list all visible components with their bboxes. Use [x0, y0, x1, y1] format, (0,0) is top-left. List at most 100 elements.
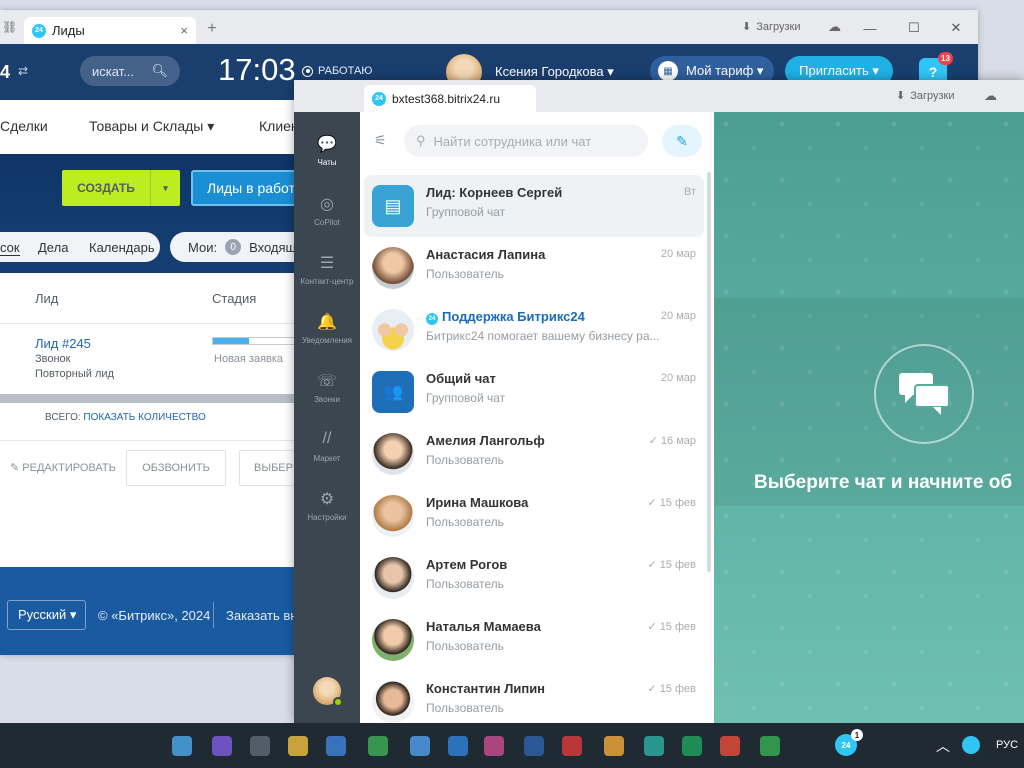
cloud-icon[interactable]: ☁ [828, 19, 841, 35]
filter-preset[interactable]: Лиды в работе [191, 170, 311, 206]
browser-tab-messenger[interactable]: 24 bxtest368.bitrix24.ru [364, 85, 536, 112]
logo[interactable]: 4 [0, 62, 10, 83]
sidebar-label: CoPilot [314, 218, 340, 227]
language-select[interactable]: Русский ▾ [7, 600, 86, 630]
chevron-up-icon[interactable]: ︿ [936, 736, 950, 756]
search-input[interactable]: искат... [92, 64, 145, 79]
view-calendar[interactable]: Календарь [89, 240, 155, 255]
link-icon[interactable]: ⛓ [2, 20, 17, 34]
browser-tab-leads[interactable]: 24 Лиды × [24, 17, 196, 44]
avatar [372, 495, 414, 537]
maximize-button[interactable]: ☐ [894, 14, 934, 42]
tariff-icon: ▦ [658, 61, 678, 81]
vertical-scrollbar[interactable] [707, 172, 711, 572]
read-check-icon: ✓ [647, 559, 657, 571]
copilot-icon: ◎ [320, 196, 334, 213]
avatar[interactable] [313, 677, 343, 707]
chat-date-text: 15 фев [659, 683, 696, 695]
menu-item-clients[interactable]: Клиен [259, 118, 299, 134]
cloud-icon[interactable]: ☁ [984, 88, 997, 104]
chat-search[interactable]: ⚲ Найти сотрудника или чат [404, 125, 648, 157]
tab-label: bxtest368.bitrix24.ru [392, 91, 501, 106]
taskbar-app-icon[interactable] [644, 736, 664, 756]
user-name[interactable]: Ксения Городкова ▾ [495, 64, 614, 80]
taskbar-app-icon[interactable] [326, 736, 346, 756]
sidebar-item-contact-center[interactable]: ☰ Контакт-центр [294, 253, 360, 286]
close-tab-icon[interactable]: × [180, 23, 188, 38]
menu-item-deals[interactable]: Сделки [0, 118, 48, 134]
header-search[interactable]: искат... 🔍︎ [80, 56, 180, 86]
taskbar-app-icon[interactable] [604, 736, 624, 756]
sidebar-item-chats[interactable]: 💬 Чаты [294, 134, 360, 167]
lead-title-link[interactable]: Лид #245 [35, 336, 91, 351]
avatar [372, 433, 414, 475]
column-header-stage[interactable]: Стадия [212, 291, 256, 306]
incoming-label: Входящ [249, 239, 297, 255]
chat-item[interactable]: Наталья Мамаева Пользователь ✓ 15 фев [364, 609, 704, 671]
my-counters[interactable]: Мои: 0 Входящ [170, 232, 310, 262]
order-link[interactable]: Заказать вне [226, 608, 305, 623]
keyboard-language[interactable]: РУС [996, 739, 1018, 751]
downloads-button[interactable]: ⬇ Загрузки [896, 89, 955, 103]
taskbar-app-icon[interactable] [720, 736, 740, 756]
taskbar-app-icon[interactable] [212, 736, 232, 756]
chat-item[interactable]: ▤ Лид: Корнеев Сергей Групповой чат Вт [364, 175, 704, 237]
taskbar-app-icon[interactable] [562, 736, 582, 756]
chat-subtitle: Битрикс24 помогает вашему бизнесу ра... [426, 329, 660, 343]
messenger-window: 24 bxtest368.bitrix24.ru ⬇ Загрузки ☁ 💬 … [294, 80, 1024, 723]
chat-item[interactable]: Амелия Лангольф Пользователь ✓ 16 мар [364, 423, 704, 485]
create-button[interactable]: СОЗДАТЬ ▾ [62, 170, 180, 206]
call-all-button[interactable]: ОБЗВОНИТЬ [126, 450, 226, 486]
create-label: СОЗДАТЬ [77, 181, 135, 195]
taskbar-app-icon[interactable] [250, 736, 270, 756]
chevron-down-icon[interactable]: ▾ [150, 170, 180, 206]
taskbar-app-icon[interactable] [484, 736, 504, 756]
search-input[interactable]: Найти сотрудника или чат [434, 134, 592, 149]
chat-item[interactable]: Константин Липин Пользователь ✓ 15 фев [364, 671, 704, 723]
folder-icon[interactable] [288, 736, 308, 756]
sidebar-label: Настройки [307, 513, 347, 522]
sidebar-item-settings[interactable]: ⚙ Настройки [294, 489, 360, 522]
sidebar-item-calls[interactable]: ☏ Звонки [294, 371, 360, 404]
horizontal-scrollbar[interactable] [0, 394, 300, 403]
avatar [372, 619, 414, 661]
stage-progress-bar[interactable] [212, 337, 300, 345]
menu-item-products[interactable]: Товары и Склады ▾ [89, 118, 214, 135]
taskbar-app-icon[interactable] [448, 736, 468, 756]
chat-date: 20 мар [660, 248, 696, 260]
edit-action[interactable]: ✎ РЕДАКТИРОВАТЬ [10, 461, 116, 474]
chat-item[interactable]: 24 Поддержка Битрикс24 Битрикс24 помогает… [364, 299, 704, 361]
show-count-link[interactable]: ПОКАЗАТЬ КОЛИЧЕСТВО [83, 412, 205, 423]
view-activities[interactable]: Дела [38, 240, 68, 255]
cloud-icon[interactable] [962, 736, 980, 754]
chat-item[interactable]: 👥 Общий чат Групповой чат 20 мар [364, 361, 704, 423]
pencil-icon: ✎ [10, 462, 23, 474]
sidebar-item-notifications[interactable]: 🔔 Уведомления [294, 312, 360, 345]
taskbar-app-icon[interactable] [172, 736, 192, 756]
taskbar-app-icon[interactable] [410, 736, 430, 756]
filter-icon[interactable]: ⚟ [374, 132, 387, 149]
tab-label: Лиды [52, 23, 85, 38]
taskbar-app-icon[interactable] [368, 736, 388, 756]
chat-item[interactable]: Анастасия Лапина Пользователь 20 мар [364, 237, 704, 299]
close-window-button[interactable]: ✕ [936, 14, 976, 42]
column-header-lead[interactable]: Лид [35, 291, 58, 306]
new-tab-button[interactable]: + [202, 20, 222, 38]
chat-item[interactable]: Ирина Машкова Пользователь ✓ 15 фев [364, 485, 704, 547]
bitrix24-taskbar-icon[interactable]: 24 1 [835, 729, 863, 756]
sidebar-item-market[interactable]: // Маркет [294, 430, 360, 463]
minimize-button[interactable]: — [850, 14, 890, 42]
taskbar-app-icon[interactable] [760, 736, 780, 756]
new-chat-button[interactable]: ✎ [662, 125, 702, 157]
work-status-button[interactable]: РАБОТАЮ [302, 65, 372, 77]
search-icon: ⚲ [416, 133, 426, 148]
taskbar-app-icon[interactable] [682, 736, 702, 756]
settings-toggle-icon[interactable]: ⇄ [18, 64, 28, 78]
chat-item[interactable]: Артем Рогов Пользователь ✓ 15 фев [364, 547, 704, 609]
chat-date: ✓ 15 фев [647, 496, 696, 509]
chat-subtitle: Пользователь [426, 515, 504, 529]
downloads-button[interactable]: ⬇ Загрузки [742, 20, 801, 34]
sidebar-item-copilot[interactable]: ◎ CoPilot [294, 194, 360, 227]
taskbar-app-icon[interactable] [524, 736, 544, 756]
view-list[interactable]: сок [0, 240, 20, 256]
